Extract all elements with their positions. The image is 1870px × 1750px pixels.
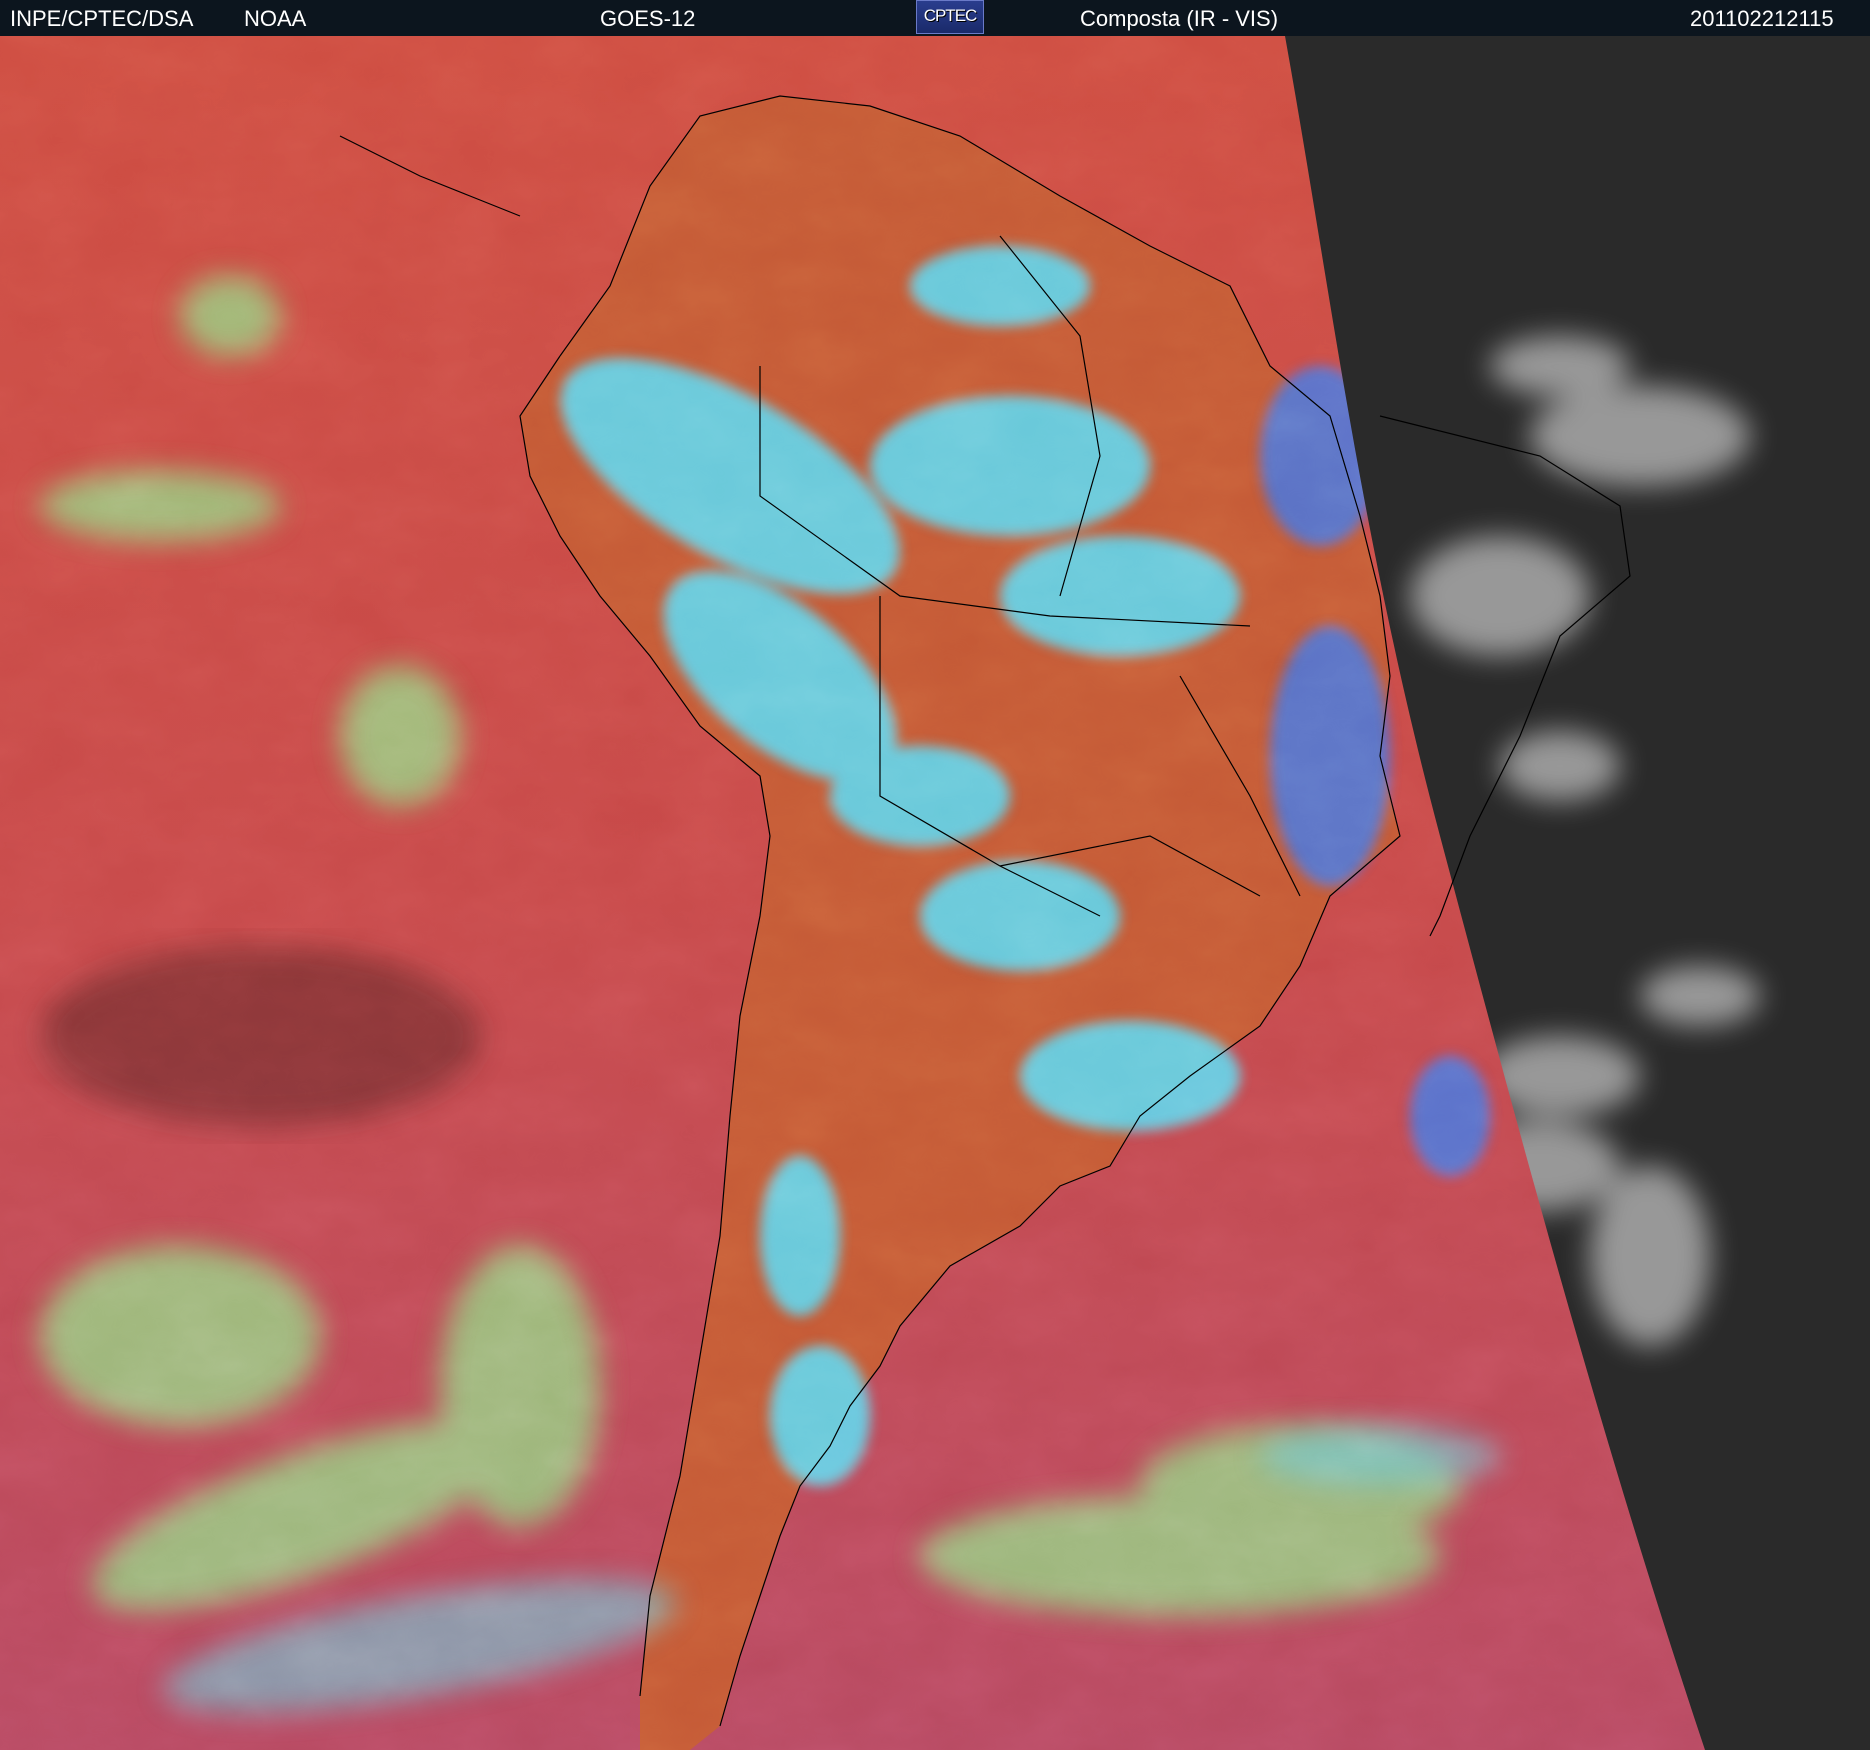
cptec-logo: CPTEC (916, 0, 984, 34)
satellite-label: GOES-12 (600, 6, 696, 31)
satellite-composite-image (0, 36, 1870, 1750)
agency-label: NOAA (244, 6, 307, 31)
timestamp-label: 201102212115 (1690, 6, 1834, 31)
header-bar: INPE/CPTEC/DSA NOAA GOES-12 CPTEC Compos… (0, 0, 1870, 36)
cptec-logo-text: CPTEC (923, 6, 978, 25)
org-label: INPE/CPTEC/DSA (10, 6, 194, 31)
product-label: Composta (IR - VIS) (1080, 6, 1279, 31)
